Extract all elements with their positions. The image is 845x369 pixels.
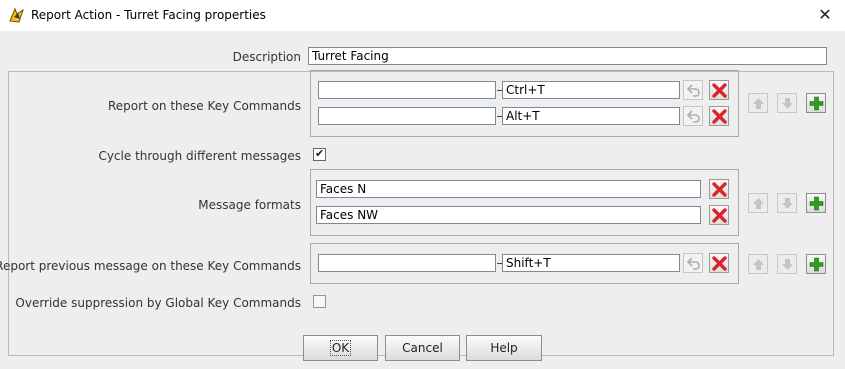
plus-icon [809, 257, 824, 272]
help-button[interactable]: Help [466, 335, 542, 361]
add-key-button[interactable] [806, 93, 826, 113]
remove-key-button[interactable] [709, 80, 729, 100]
message-format-field[interactable]: Faces NW [316, 206, 701, 224]
undo-icon [687, 257, 700, 270]
keystroke-field[interactable]: Shift+T [502, 254, 680, 272]
description-label: Description [232, 50, 301, 64]
key-command-name-field[interactable] [318, 254, 496, 272]
window-title: Report Action - Turret Facing properties [31, 8, 266, 22]
title-bar: Report Action - Turret Facing properties… [0, 0, 845, 31]
delete-x-icon [712, 256, 727, 271]
message-formats-label: Message formats [198, 198, 301, 212]
remove-format-button[interactable] [709, 179, 729, 199]
checkmark-icon: ✔ [315, 147, 325, 160]
arrow-up-icon [753, 198, 764, 209]
keystroke-field[interactable]: Ctrl+T [502, 81, 680, 99]
cycle-label: Cycle through different messages [98, 149, 301, 163]
delete-x-icon [712, 208, 727, 223]
report-keys-label: Report on these Key Commands [108, 99, 301, 113]
add-format-button[interactable] [806, 193, 826, 213]
undo-button[interactable] [683, 253, 703, 273]
plus-icon [809, 96, 824, 111]
override-checkbox[interactable] [313, 295, 326, 308]
delete-x-icon [712, 109, 727, 124]
message-format-field[interactable]: Faces N [316, 180, 701, 198]
previous-keys-label: Report previous message on these Key Com… [0, 259, 301, 273]
arrow-up-icon [753, 98, 764, 109]
move-down-button[interactable] [777, 254, 797, 274]
key-command-name-field[interactable] [318, 81, 496, 99]
undo-button[interactable] [683, 106, 703, 126]
override-label: Override suppression by Global Key Comma… [15, 296, 301, 310]
close-icon[interactable]: ✕ [813, 4, 837, 26]
description-field[interactable]: Turret Facing [308, 47, 827, 65]
arrow-up-icon [753, 259, 764, 270]
arrow-down-icon [782, 259, 793, 270]
key-command-name-field[interactable] [318, 107, 496, 125]
keystroke-field[interactable]: Alt+T [502, 107, 680, 125]
move-down-button[interactable] [777, 93, 797, 113]
remove-format-button[interactable] [709, 205, 729, 225]
arrow-down-icon [782, 98, 793, 109]
delete-x-icon [712, 83, 727, 98]
move-up-button[interactable] [748, 254, 768, 274]
undo-icon [687, 110, 700, 123]
move-up-button[interactable] [748, 93, 768, 113]
undo-icon [687, 84, 700, 97]
undo-button[interactable] [683, 80, 703, 100]
add-key-button[interactable] [806, 254, 826, 274]
move-up-button[interactable] [748, 193, 768, 213]
remove-key-button[interactable] [709, 253, 729, 273]
cycle-checkbox[interactable]: ✔ [313, 147, 326, 161]
remove-key-button[interactable] [709, 106, 729, 126]
cancel-button[interactable]: Cancel [385, 335, 460, 361]
ok-button-label: OK [329, 340, 352, 356]
arrow-down-icon [782, 198, 793, 209]
move-down-button[interactable] [777, 193, 797, 213]
delete-x-icon [712, 182, 727, 197]
plus-icon [809, 196, 824, 211]
app-logo-icon [9, 7, 24, 23]
ok-button[interactable]: OK [303, 335, 378, 361]
